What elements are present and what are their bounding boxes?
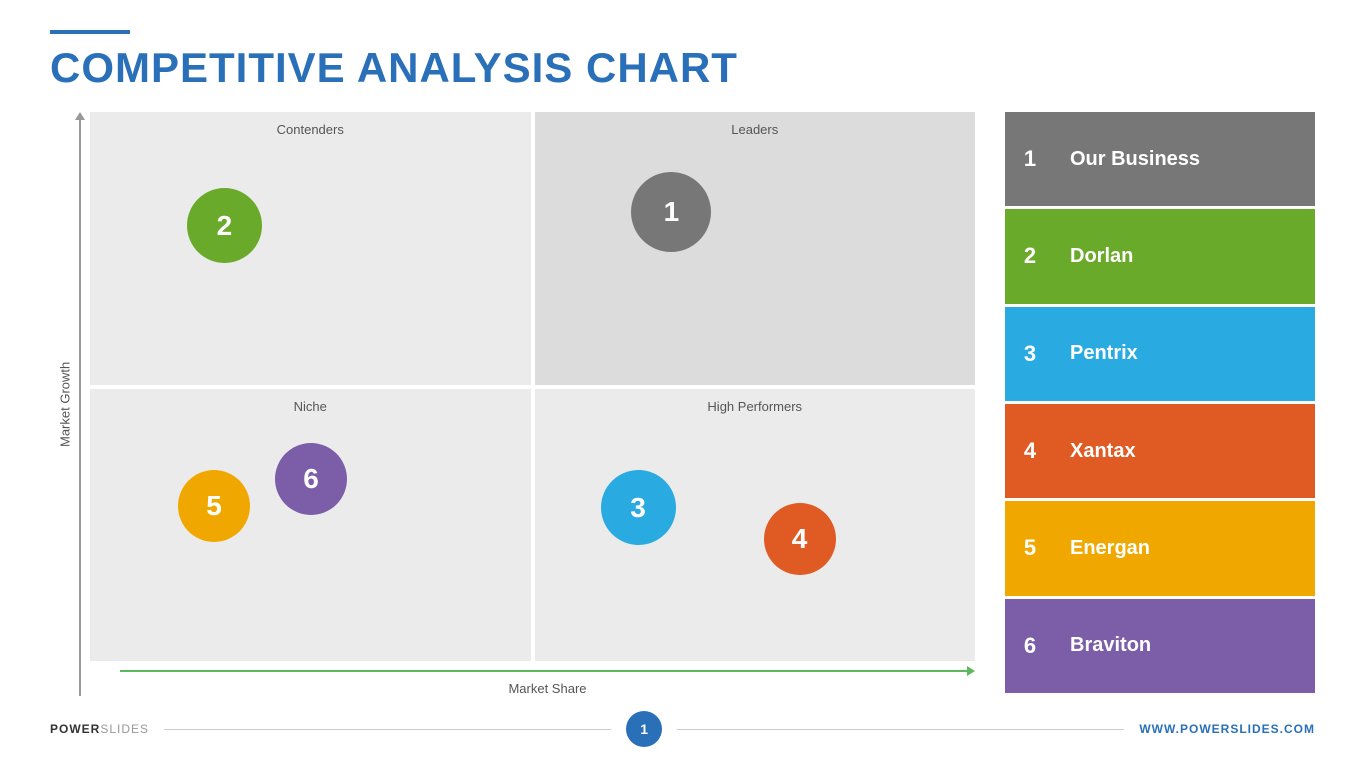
quadrant-grid: Contenders 2 Leaders 1: [90, 112, 975, 661]
bubble-6: 6: [275, 443, 347, 515]
footer-brand-suffix: SLIDES: [100, 722, 149, 736]
bubble-1: 1: [631, 172, 711, 252]
x-axis-line: [120, 670, 967, 672]
legend-number-4: 4: [1005, 404, 1055, 498]
leaders-bubbles: 1: [535, 112, 976, 385]
chart-with-axes: Market Growth Contenders 2: [50, 112, 975, 696]
main-content: Market Growth Contenders 2: [50, 112, 1315, 696]
legend-number-2: 2: [1005, 209, 1055, 303]
legend-number-5: 5: [1005, 501, 1055, 595]
niche-bubbles: 5 6: [90, 389, 531, 662]
footer-line-left: [164, 729, 611, 730]
legend-name-6: Braviton: [1055, 599, 1315, 693]
quadrant-niche: Niche 5 6: [90, 389, 531, 662]
contenders-bubbles: 2: [90, 112, 531, 385]
legend-item-4: 4 Xantax: [1005, 404, 1315, 498]
high-performers-bubbles: 3 4: [535, 389, 976, 662]
legend-name-3: Pentrix: [1055, 307, 1315, 401]
chart-area: Market Growth Contenders 2: [50, 112, 975, 696]
legend-number-1: 1: [1005, 112, 1055, 206]
legend-name-1: Our Business: [1055, 112, 1315, 206]
x-axis: [120, 666, 975, 676]
y-axis-arrow: [75, 112, 85, 120]
legend: 1 Our Business 2 Dorlan 3 Pentrix 4 Xant…: [1005, 112, 1315, 696]
bubble-5: 5: [178, 470, 250, 542]
footer-website: WWW.POWERSLIDES.COM: [1139, 722, 1315, 736]
legend-item-1: 1 Our Business: [1005, 112, 1315, 206]
legend-name-2: Dorlan: [1055, 209, 1315, 303]
title-black: COMPETITIVE: [50, 44, 357, 91]
legend-item-3: 3 Pentrix: [1005, 307, 1315, 401]
bubble-4: 4: [764, 503, 836, 575]
bubble-2: 2: [187, 188, 262, 263]
title-blue: ANALYSIS CHART: [357, 44, 738, 91]
footer-brand: POWERSLIDES: [50, 722, 149, 736]
bubble-3: 3: [601, 470, 676, 545]
header-accent-line: [50, 30, 130, 34]
header: COMPETITIVE ANALYSIS CHART: [50, 30, 1315, 92]
legend-name-4: Xantax: [1055, 404, 1315, 498]
footer-line-right: [677, 729, 1124, 730]
legend-name-5: Energan: [1055, 501, 1315, 595]
y-axis-line: [79, 120, 81, 696]
footer-page-number: 1: [626, 711, 662, 747]
x-axis-label: Market Share: [120, 681, 975, 696]
y-axis-label: Market Growth: [50, 112, 75, 696]
legend-item-6: 6 Braviton: [1005, 599, 1315, 693]
y-axis: [75, 112, 85, 696]
page-title: COMPETITIVE ANALYSIS CHART: [50, 44, 1315, 92]
footer: POWERSLIDES 1 WWW.POWERSLIDES.COM: [50, 701, 1315, 747]
page: COMPETITIVE ANALYSIS CHART Market Growth: [0, 0, 1365, 767]
x-axis-arrow: [967, 666, 975, 676]
legend-number-6: 6: [1005, 599, 1055, 693]
quadrant-leaders: Leaders 1: [535, 112, 976, 385]
legend-number-3: 3: [1005, 307, 1055, 401]
quadrant-contenders: Contenders 2: [90, 112, 531, 385]
legend-item-2: 2 Dorlan: [1005, 209, 1315, 303]
quadrant-high-performers: High Performers 3 4: [535, 389, 976, 662]
legend-item-5: 5 Energan: [1005, 501, 1315, 595]
